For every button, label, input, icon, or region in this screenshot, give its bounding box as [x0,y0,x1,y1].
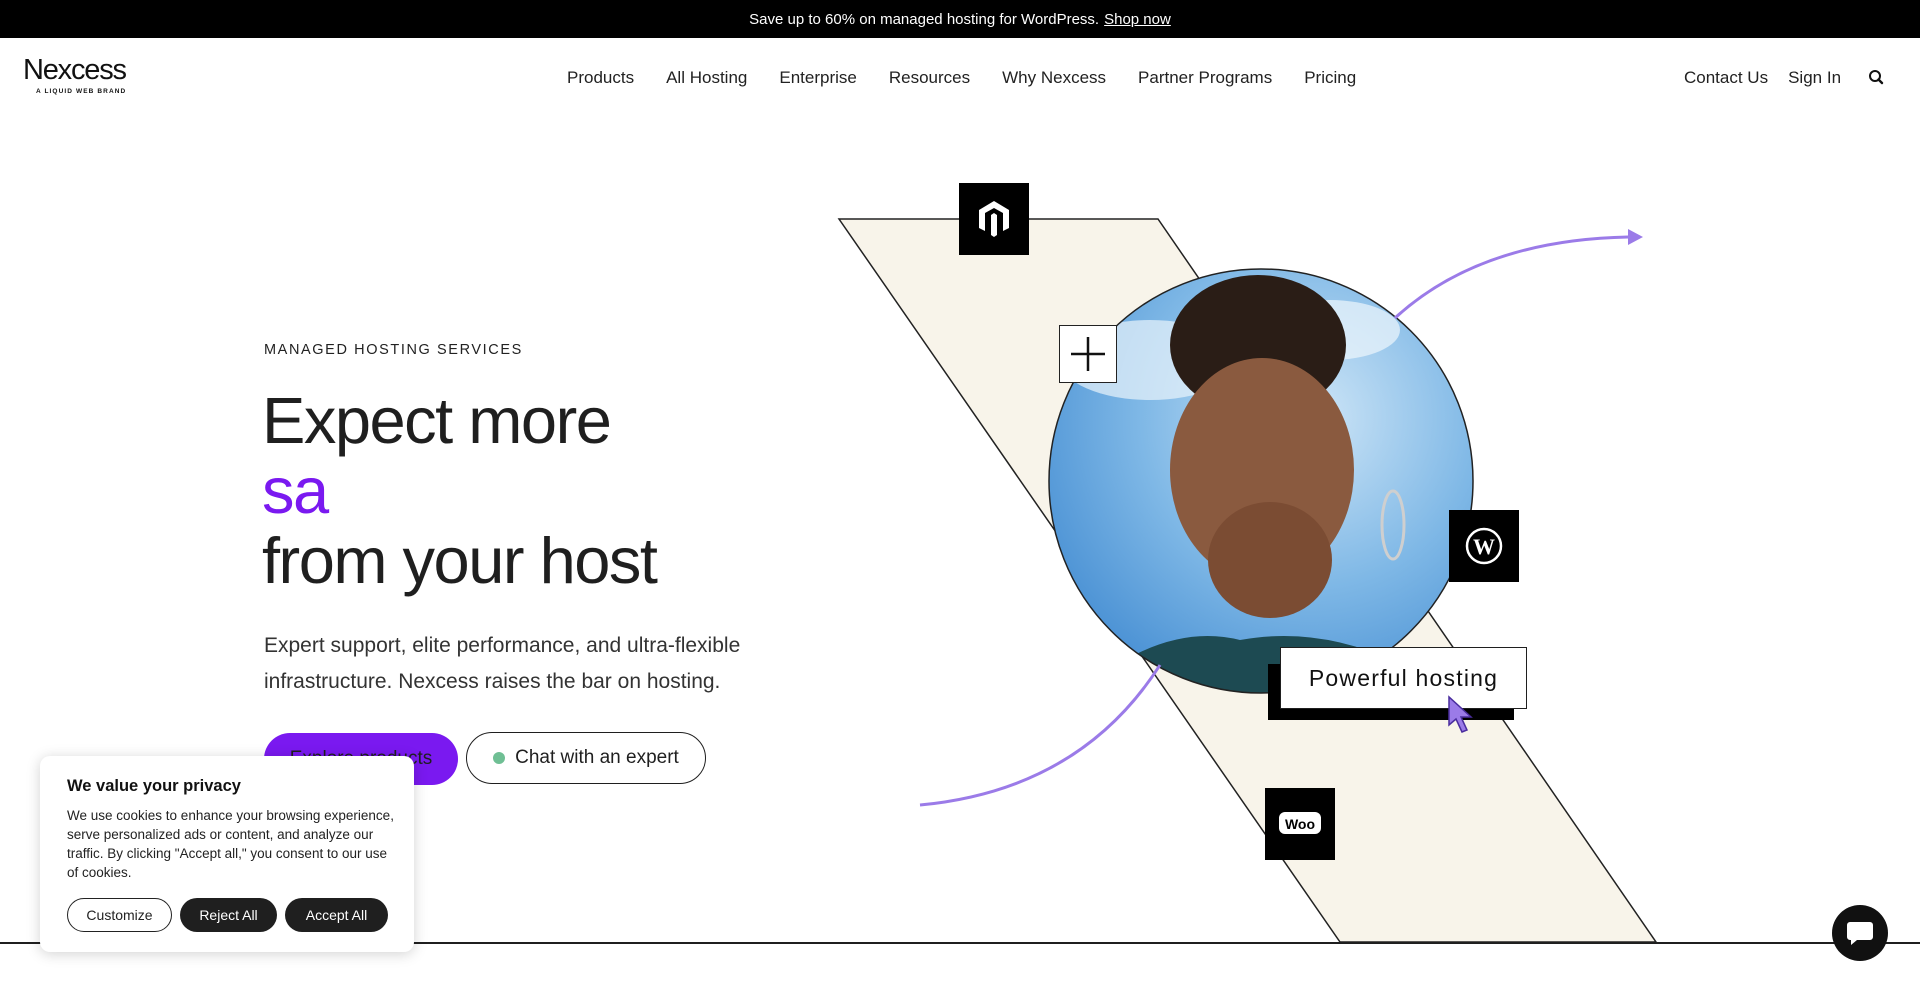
cookie-body: We use cookies to enhance your browsing … [67,808,394,880]
magento-icon [959,183,1029,255]
powerful-hosting-badge: Powerful hosting [1280,647,1527,709]
cookie-customize-button[interactable]: Customize [67,898,172,932]
cookie-consent-banner: We value your privacy We use cookies to … [40,756,414,952]
chat-bubble-icon[interactable] [1832,905,1888,961]
cookie-reject-all-button[interactable]: Reject All [180,898,277,932]
plus-icon [1059,325,1117,383]
cookie-accept-all-button[interactable]: Accept All [285,898,388,932]
wordpress-icon: W [1449,510,1519,582]
woo-icon: Woo [1265,788,1335,860]
arrow-icon [1393,235,1629,320]
svg-text:W: W [1473,534,1495,559]
cursor-icon [1448,695,1473,733]
cookie-title: We value your privacy [67,777,241,795]
svg-text:Woo: Woo [1285,816,1315,832]
